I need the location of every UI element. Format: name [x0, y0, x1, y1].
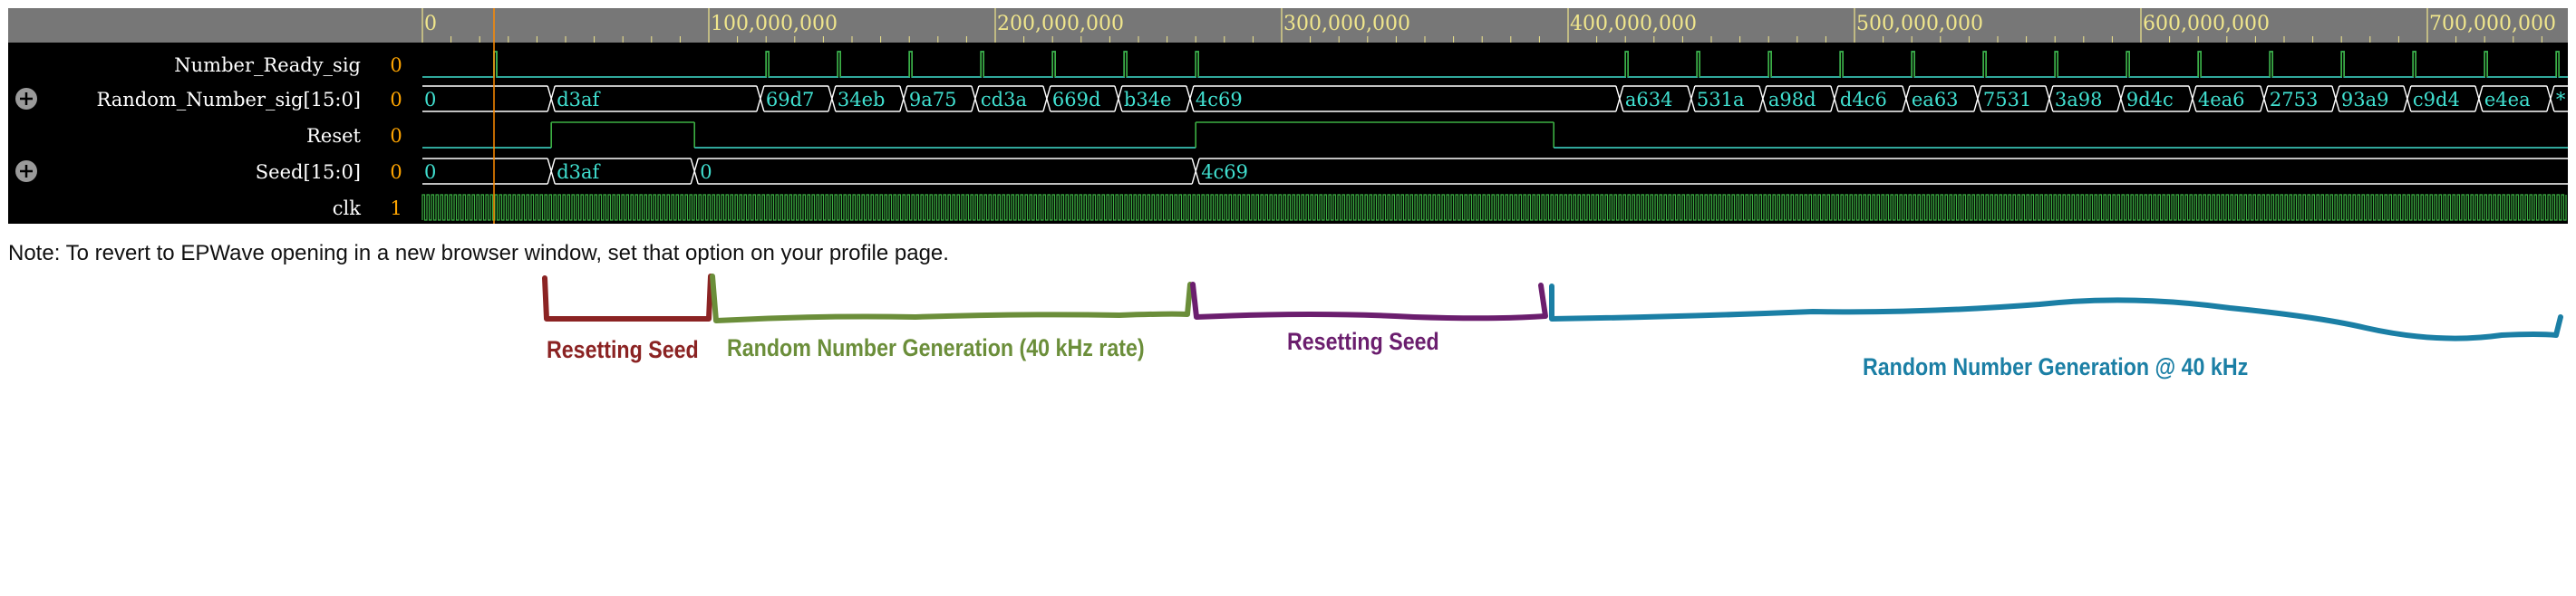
- signal-name-random-number-sig[interactable]: Random_Number_sig[15:0]: [96, 89, 361, 111]
- ruler-label: 100,000,000: [711, 13, 838, 35]
- bus-value-random-number-sig: 669d: [1052, 89, 1101, 111]
- bus-value-random-number-sig: d4c6: [1840, 89, 1887, 111]
- bus-value-random-number-sig: c9d4: [2413, 89, 2460, 111]
- signal-value-reset: 0: [390, 125, 402, 147]
- bus-value-random-number-sig: a98d: [1768, 89, 1816, 111]
- profile-note: Note: To revert to EPWave opening in a n…: [8, 241, 949, 265]
- bus-value-seed: 4c69: [1201, 161, 1248, 183]
- annotation-label-resetting-seed-2: Resetting Seed: [1287, 328, 1439, 355]
- ruler-label: 600,000,000: [2143, 13, 2270, 35]
- bus-value-random-number-sig: 34eb: [838, 89, 886, 111]
- annotation-label-resetting-seed-1: Resetting Seed: [547, 336, 699, 363]
- bus-value-random-number-sig: 93a9: [2341, 89, 2389, 111]
- annotation-bracket-1: [542, 274, 713, 322]
- signal-name-clk[interactable]: clk: [333, 197, 361, 219]
- expand-icon[interactable]: [15, 160, 37, 182]
- bus-value-random-number-sig: 9a75: [909, 89, 957, 111]
- bus-value-random-number-sig: *: [2556, 89, 2566, 111]
- signal-name-number-ready-sig[interactable]: Number_Ready_sig: [174, 54, 361, 76]
- bus-value-random-number-sig: 2753: [2270, 89, 2318, 111]
- bus-value-random-number-sig: 531a: [1697, 89, 1745, 111]
- signal-value-random-number-sig: 0: [390, 89, 402, 111]
- bus-value-random-number-sig: 4ea6: [2198, 89, 2245, 111]
- ruler-label: 500,000,000: [1856, 13, 1983, 35]
- bus-value-random-number-sig: b34e: [1124, 89, 1172, 111]
- ruler-label: 0: [424, 13, 437, 35]
- bus-value-seed: d3af: [557, 161, 601, 183]
- ruler-label: 700,000,000: [2429, 13, 2556, 35]
- annotation-label-random-generation-1: Random Number Generation (40 kHz rate): [727, 334, 1145, 361]
- trace-clk: [421, 194, 2567, 221]
- bus-value-random-number-sig: d3af: [557, 89, 601, 111]
- annotation-label-random-generation-2: Random Number Generation @ 40 kHz: [1863, 353, 2249, 380]
- bus-value-random-number-sig: 4c69: [1196, 89, 1243, 111]
- ruler-label: 300,000,000: [1283, 13, 1410, 35]
- annotation-bracket-4: [1549, 284, 2563, 341]
- expand-icon[interactable]: [15, 88, 37, 110]
- annotation-bracket-3: [1190, 282, 1548, 322]
- bus-value-seed: 0: [424, 161, 436, 183]
- bus-value-random-number-sig: ea63: [1912, 89, 1959, 111]
- annotation-bracket-2: [710, 274, 1193, 323]
- bus-value-seed: 0: [700, 161, 712, 183]
- signal-value-clk: 1: [390, 197, 402, 219]
- bus-value-random-number-sig: 69d7: [766, 89, 815, 111]
- bus-value-random-number-sig: 3a98: [2055, 89, 2103, 111]
- bus-value-random-number-sig: 7531: [1983, 89, 2031, 111]
- signal-name-seed[interactable]: Seed[15:0]: [256, 161, 361, 183]
- ruler-label: 400,000,000: [1570, 13, 1697, 35]
- hand-drawn-annotations: [542, 274, 2563, 341]
- bus-value-random-number-sig: cd3a: [981, 89, 1027, 111]
- bus-value-random-number-sig: 0: [424, 89, 436, 111]
- bus-value-random-number-sig: e4ea: [2484, 89, 2531, 111]
- bus-value-random-number-sig: 9d4c: [2126, 89, 2174, 111]
- waveform-viewer[interactable]: 0 100,000,000 200,000,000 300,000,000 400,00…: [0, 0, 2576, 596]
- signal-name-reset[interactable]: Reset: [306, 125, 361, 147]
- bus-value-random-number-sig: a634: [1625, 89, 1673, 111]
- signal-value-number-ready-sig: 0: [390, 54, 402, 76]
- ruler-label: 200,000,000: [997, 13, 1124, 35]
- signal-value-seed: 0: [390, 161, 402, 183]
